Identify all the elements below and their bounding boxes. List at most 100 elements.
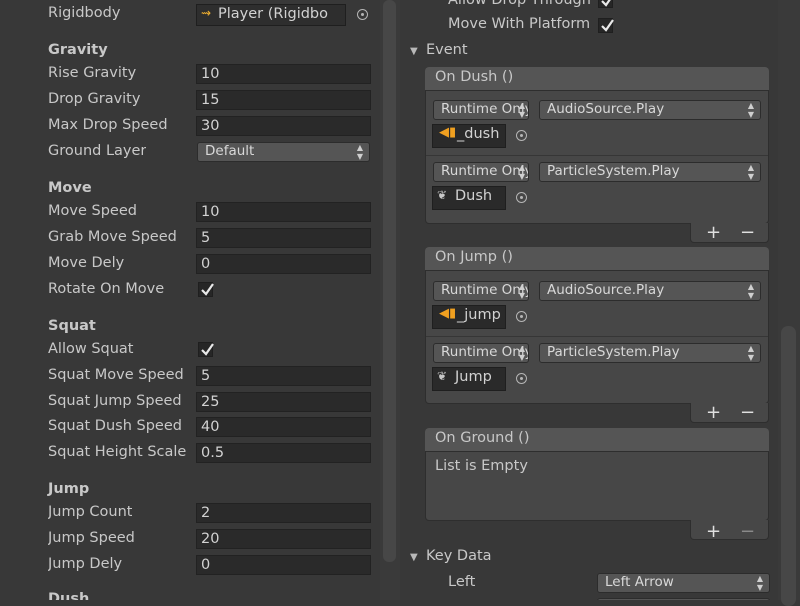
squat-header: Squat xyxy=(48,318,96,334)
gravity-header: Gravity xyxy=(48,42,108,58)
on-dush-title: On Dush () xyxy=(435,69,514,85)
function-value: ParticleSystem.Play xyxy=(547,163,680,179)
foldout-expanded-icon[interactable]: ▼ xyxy=(410,552,418,563)
move-dely-label: Move Dely xyxy=(48,255,125,271)
target-object-field[interactable]: ◀▮ _jump xyxy=(432,305,506,329)
left-inspector-panel: Rigidbody ⇝ Player (Rigidbo Gravity Rise… xyxy=(0,0,380,600)
allow-drop-through-checkbox[interactable] xyxy=(598,0,613,8)
runtime-only-dropdown[interactable]: Runtime Only ▲ ▼ xyxy=(433,162,529,182)
squat-dush-speed-field[interactable]: 40 xyxy=(196,417,371,437)
function-value: ParticleSystem.Play xyxy=(547,344,680,360)
move-speed-field[interactable]: 10 xyxy=(196,202,371,222)
ground-layer-value: Default xyxy=(205,143,255,159)
add-listener-button[interactable]: + xyxy=(706,523,721,541)
on-jump-list-footer xyxy=(690,403,769,423)
audio-source-icon: ◀▮ xyxy=(439,125,457,140)
squat-jump-speed-field[interactable]: 25 xyxy=(196,392,371,412)
drop-gravity-field[interactable]: 15 xyxy=(196,90,371,110)
rigidbody-object-field[interactable]: ⇝ Player (Rigidbo xyxy=(196,4,346,26)
add-listener-button[interactable]: + xyxy=(706,224,721,242)
on-ground-title: On Ground () xyxy=(435,430,530,446)
runtime-only-value: Runtime Only xyxy=(441,282,529,298)
object-picker-icon[interactable] xyxy=(516,311,527,322)
audio-source-icon: ◀▮ xyxy=(439,306,457,321)
row-separator xyxy=(426,155,768,156)
allow-squat-label: Allow Squat xyxy=(48,341,134,357)
object-picker-icon[interactable] xyxy=(516,373,527,384)
dropdown-arrows-icon: ▲ ▼ xyxy=(356,143,363,161)
allow-drop-through-label: Allow Drop Through xyxy=(448,0,591,8)
allow-squat-checkbox[interactable] xyxy=(198,342,214,357)
list-empty-text: List is Empty xyxy=(435,458,528,474)
function-dropdown[interactable]: AudioSource.Play ▲ ▼ xyxy=(539,281,761,301)
jump-speed-field[interactable]: 20 xyxy=(196,529,371,549)
particle-system-icon: ❦ xyxy=(437,369,448,383)
left-key-value: Left Arrow xyxy=(605,574,674,590)
on-dush-list-footer xyxy=(690,223,769,243)
particle-system-icon: ❦ xyxy=(437,188,448,202)
squat-height-scale-field[interactable]: 0.5 xyxy=(196,443,371,463)
ground-layer-label: Ground Layer xyxy=(48,143,147,159)
on-ground-list-footer xyxy=(690,520,769,540)
runtime-only-value: Runtime Only xyxy=(441,344,529,360)
runtime-only-dropdown[interactable]: Runtime Only ▲ ▼ xyxy=(433,343,529,363)
target-object-field[interactable]: ◀▮ _dush xyxy=(432,124,506,148)
jump-dely-field[interactable]: 0 xyxy=(196,555,371,575)
dropdown-arrows-icon: ▲ ▼ xyxy=(518,282,525,300)
function-dropdown[interactable]: ParticleSystem.Play ▲ ▼ xyxy=(539,343,761,363)
move-with-platform-label: Move With Platform xyxy=(448,16,591,32)
remove-listener-button[interactable]: − xyxy=(740,224,755,242)
dropdown-arrows-icon: ▲ ▼ xyxy=(518,101,525,119)
target-object-value: Jump xyxy=(455,369,492,385)
foldout-expanded-icon[interactable]: ▼ xyxy=(410,46,418,57)
dropdown-arrows-icon: ▲ ▼ xyxy=(747,344,754,362)
jump-header: Jump xyxy=(48,481,90,497)
target-object-field[interactable]: ❦ Jump xyxy=(432,367,506,391)
rise-gravity-field[interactable]: 10 xyxy=(196,64,371,84)
function-value: AudioSource.Play xyxy=(547,282,665,298)
remove-listener-button[interactable]: − xyxy=(740,523,755,541)
add-listener-button[interactable]: + xyxy=(706,404,721,422)
ground-layer-dropdown[interactable]: Default ▲ ▼ xyxy=(197,142,370,162)
key-data-header: Key Data xyxy=(426,548,492,564)
move-with-platform-checkbox[interactable] xyxy=(598,18,614,33)
object-picker-icon[interactable] xyxy=(516,130,527,141)
max-drop-speed-field[interactable]: 30 xyxy=(196,116,371,136)
runtime-only-dropdown[interactable]: Runtime Only ▲ ▼ xyxy=(433,281,529,301)
dropdown-arrows-icon: ▲ ▼ xyxy=(747,282,754,300)
target-object-field[interactable]: ❦ Dush xyxy=(432,186,506,210)
on-dush-header: On Dush () xyxy=(425,67,769,91)
squat-jump-speed-label: Squat Jump Speed xyxy=(48,393,182,409)
right-scrollbar-thumb[interactable] xyxy=(781,326,796,606)
left-key-label: Left xyxy=(448,574,476,590)
runtime-only-dropdown[interactable]: Runtime Only ▲ ▼ xyxy=(433,100,529,120)
grab-move-speed-field[interactable]: 5 xyxy=(196,228,371,248)
function-dropdown[interactable]: AudioSource.Play ▲ ▼ xyxy=(539,100,761,120)
runtime-only-value: Runtime Only xyxy=(441,163,529,179)
on-jump-header: On Jump () xyxy=(425,247,769,271)
jump-speed-label: Jump Speed xyxy=(48,530,135,546)
on-jump-title: On Jump () xyxy=(435,249,513,265)
function-dropdown[interactable]: ParticleSystem.Play ▲ ▼ xyxy=(539,162,761,182)
left-scrollbar-thumb[interactable] xyxy=(383,0,396,562)
dropdown-arrows-icon: ▲ ▼ xyxy=(756,574,763,592)
right-inspector-panel: Allow Drop Through Move With Platform ▼ … xyxy=(400,0,800,600)
object-picker-icon[interactable] xyxy=(357,9,368,20)
squat-move-speed-field[interactable]: 5 xyxy=(196,366,371,386)
object-picker-icon[interactable] xyxy=(516,192,527,203)
checkmark-icon xyxy=(201,343,214,356)
squat-dush-speed-label: Squat Dush Speed xyxy=(48,418,182,434)
left-key-dropdown[interactable]: Left Arrow ▲ ▼ xyxy=(597,573,770,593)
function-value: AudioSource.Play xyxy=(547,101,665,117)
rigidbody-icon: ⇝ xyxy=(201,6,212,20)
remove-listener-button[interactable]: − xyxy=(740,404,755,422)
target-object-value: Dush xyxy=(455,188,493,204)
grab-move-speed-label: Grab Move Speed xyxy=(48,229,177,245)
rotate-on-move-checkbox[interactable] xyxy=(198,282,214,297)
row-separator xyxy=(426,336,768,337)
squat-move-speed-label: Squat Move Speed xyxy=(48,367,184,383)
jump-count-field[interactable]: 2 xyxy=(196,503,371,523)
move-dely-field[interactable]: 0 xyxy=(196,254,371,274)
dropdown-arrows-icon: ▲ ▼ xyxy=(747,101,754,119)
move-speed-label: Move Speed xyxy=(48,203,137,219)
